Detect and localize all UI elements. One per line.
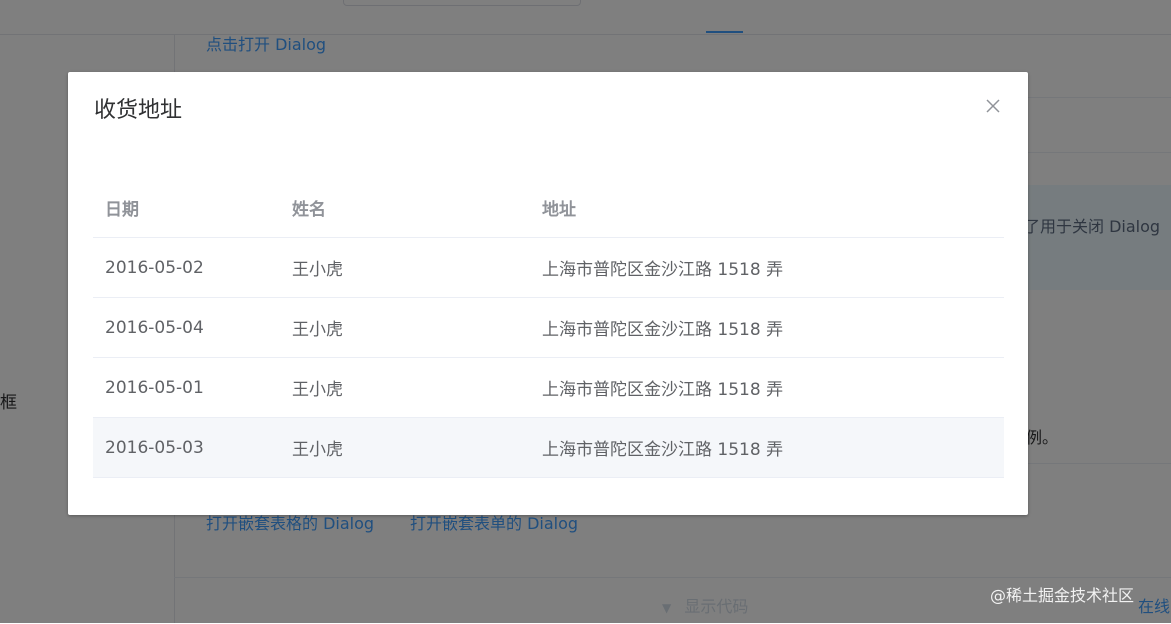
dialog-title: 收货地址	[94, 98, 183, 123]
close-icon	[986, 98, 1000, 117]
cell-name: 王小虎	[280, 297, 530, 358]
cell-address: 上海市普陀区金沙江路 1518 弄	[530, 357, 1004, 418]
cell-address: 上海市普陀区金沙江路 1518 弄	[530, 297, 1004, 358]
table-row[interactable]: 2016-05-03 王小虎 上海市普陀区金沙江路 1518 弄	[93, 417, 1004, 478]
watermark: @稀土掘金技术社区	[990, 586, 1135, 605]
cell-date: 2016-05-01	[93, 357, 280, 418]
cell-address: 上海市普陀区金沙江路 1518 弄	[530, 417, 1004, 478]
cell-name: 王小虎	[280, 237, 530, 298]
address-dialog: 收货地址 日期 姓名 地址 2016-05-02 王小虎 上海市普陀区金沙江路 …	[68, 72, 1028, 515]
cell-name: 王小虎	[280, 357, 530, 418]
table-row[interactable]: 2016-05-01 王小虎 上海市普陀区金沙江路 1518 弄	[93, 357, 1004, 418]
address-table: 日期 姓名 地址 2016-05-02 王小虎 上海市普陀区金沙江路 1518 …	[93, 178, 1004, 478]
cell-address: 上海市普陀区金沙江路 1518 弄	[530, 237, 1004, 298]
column-header-address[interactable]: 地址	[530, 178, 1004, 238]
close-button[interactable]	[983, 97, 1003, 117]
column-header-date[interactable]: 日期	[93, 178, 280, 238]
table-header-row: 日期 姓名 地址	[93, 178, 1004, 238]
table-row[interactable]: 2016-05-04 王小虎 上海市普陀区金沙江路 1518 弄	[93, 297, 1004, 358]
cell-date: 2016-05-03	[93, 417, 280, 478]
cell-name: 王小虎	[280, 417, 530, 478]
column-header-name[interactable]: 姓名	[280, 178, 530, 238]
cell-date: 2016-05-02	[93, 237, 280, 298]
cell-date: 2016-05-04	[93, 297, 280, 358]
table-row[interactable]: 2016-05-02 王小虎 上海市普陀区金沙江路 1518 弄	[93, 237, 1004, 298]
